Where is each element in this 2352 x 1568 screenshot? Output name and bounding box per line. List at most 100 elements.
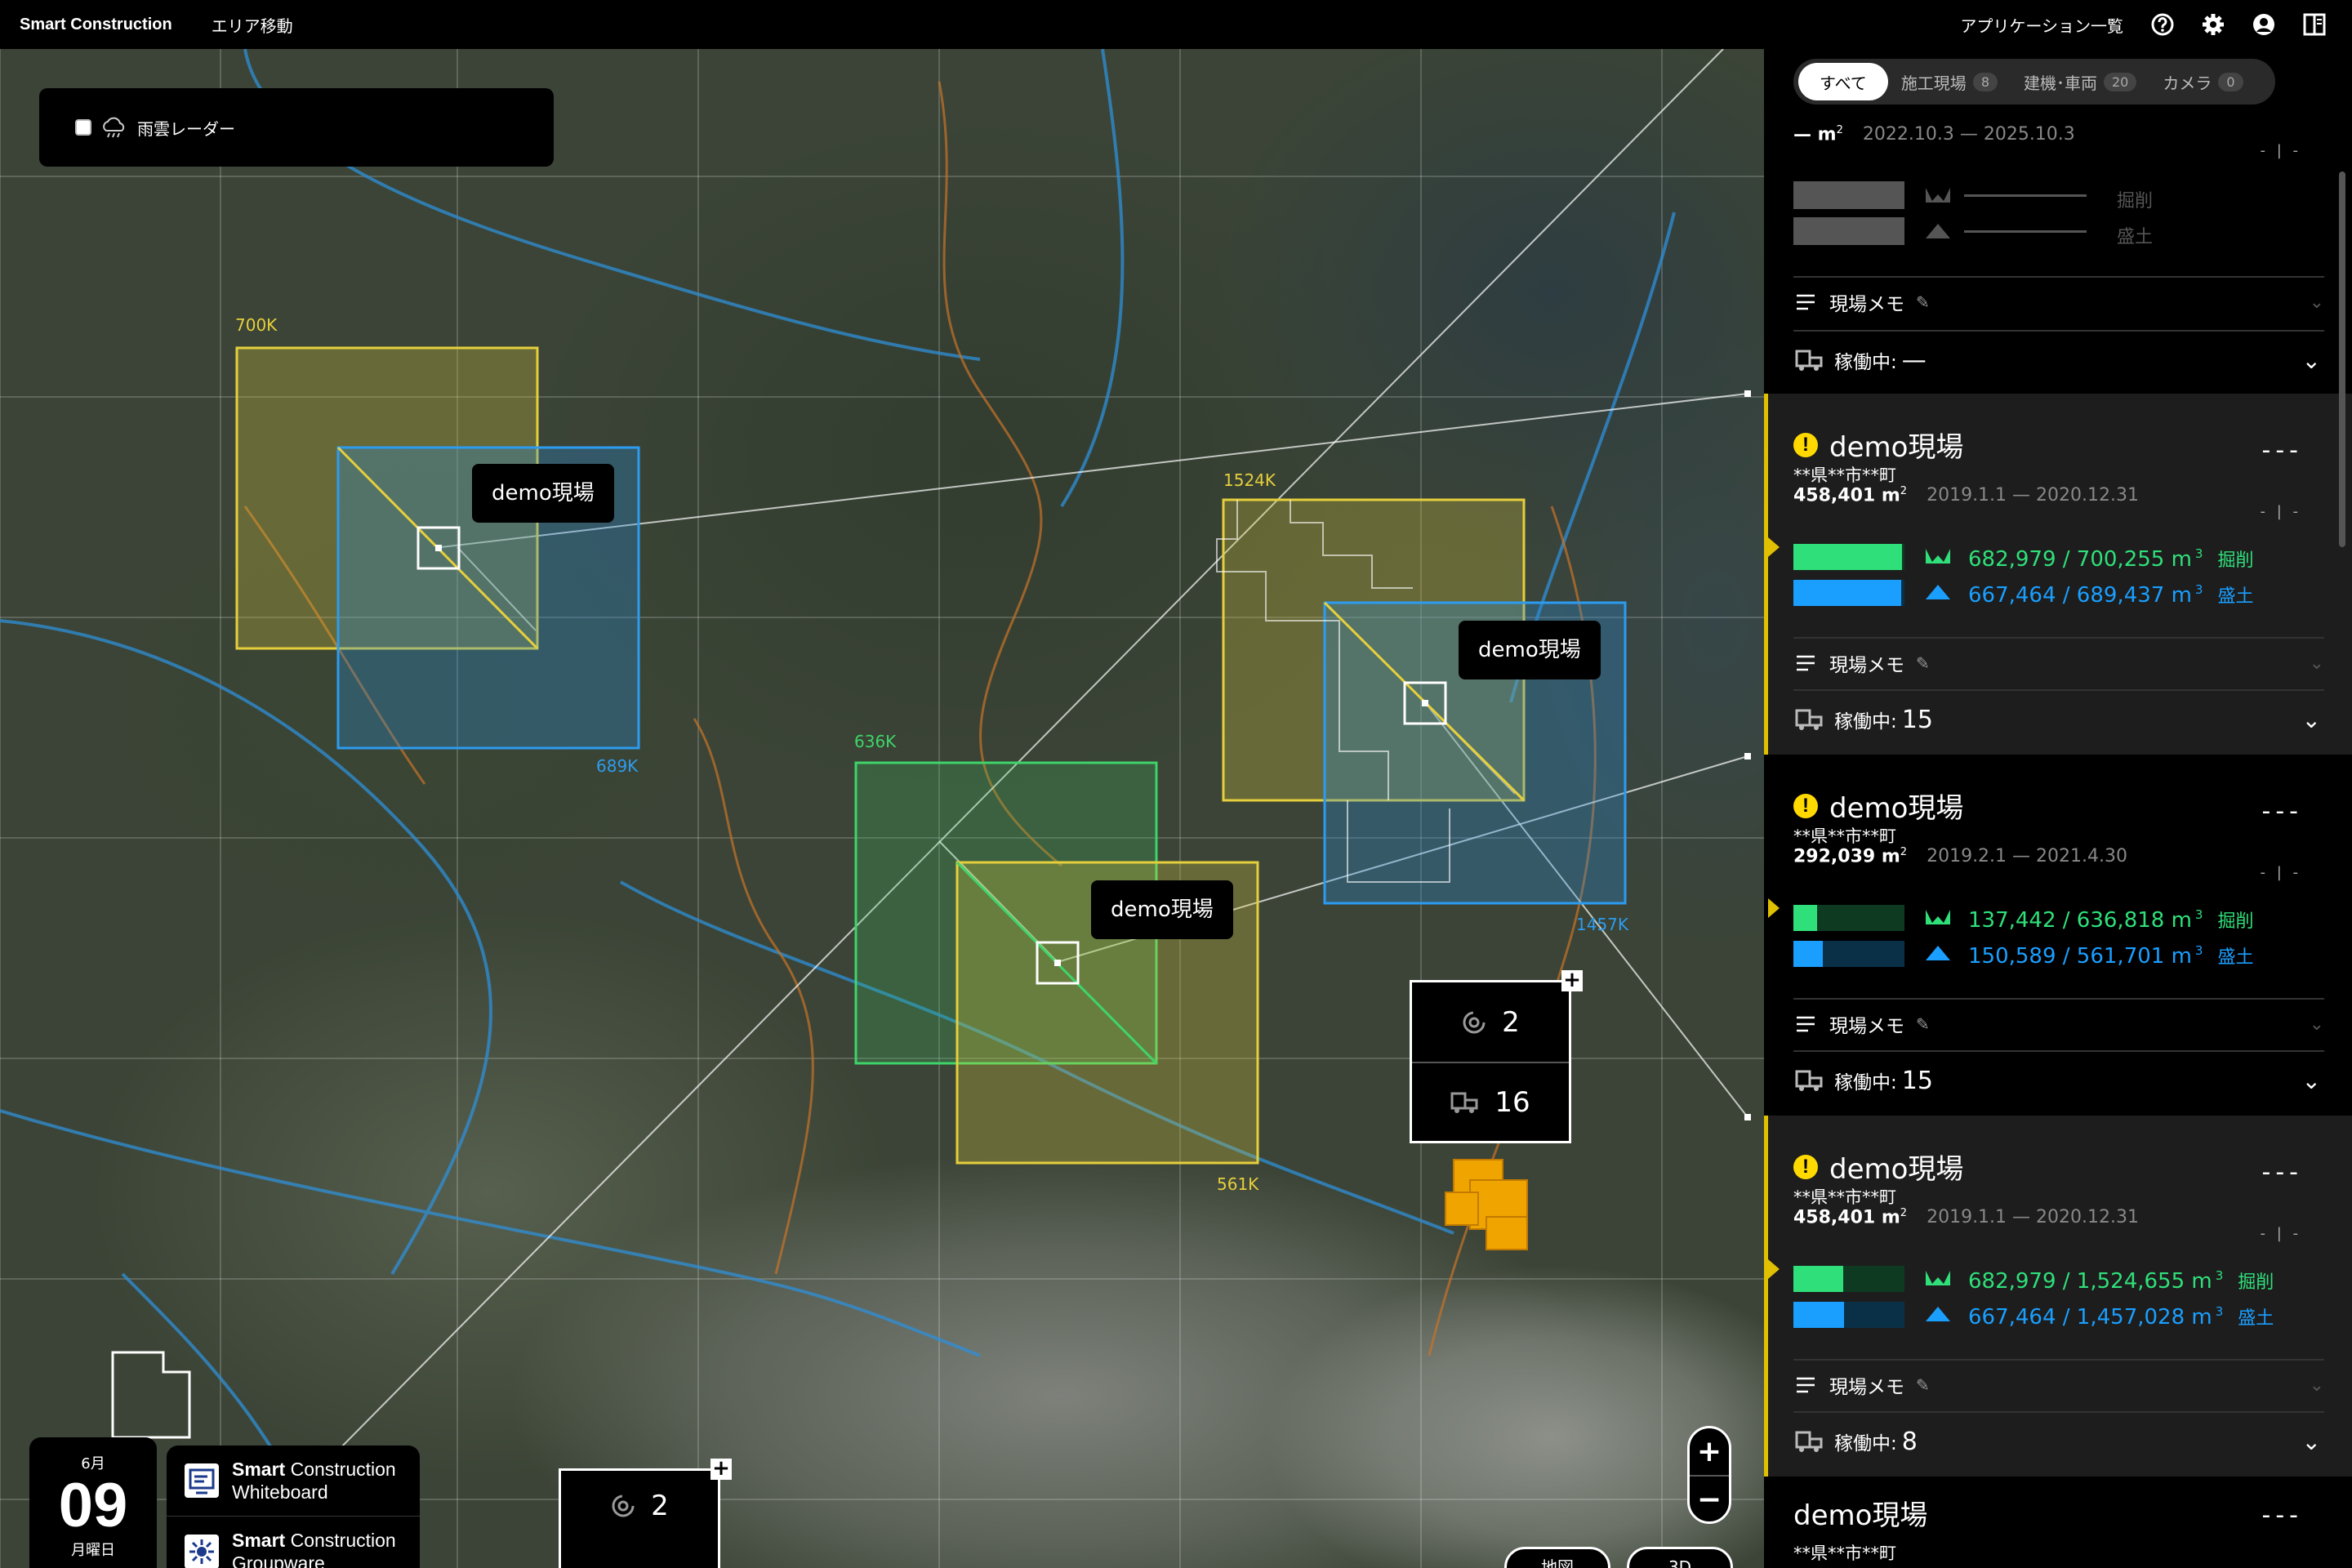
edit-icon[interactable]: ✎ <box>1916 653 1930 673</box>
fill-volume: 667,464 / 689,437 m 3 盛土 <box>1968 582 2254 608</box>
whiteboard-app-link[interactable]: Smart Construction Whiteboard <box>167 1446 420 1516</box>
tab-sites[interactable]: 施工現場 8 <box>1888 63 2011 100</box>
cut-volume: 682,979 / 700,255 m 3 掘削 <box>1968 546 2254 572</box>
date-weekday: 月曜日 <box>71 1542 115 1559</box>
filter-tabs: すべて 施工現場 8 建機･車両 20 カメラ 0 <box>1793 59 2275 105</box>
tab-all[interactable]: すべて <box>1798 63 1888 100</box>
site-label[interactable]: demo現場 <box>1091 880 1233 939</box>
chevron-down-icon[interactable]: ⌄ <box>2302 1067 2321 1094</box>
chevron-down-icon[interactable]: ⌄ <box>2310 292 2324 313</box>
fill-icon <box>1926 1307 1950 1321</box>
tab-label: 建機･車両 <box>2024 73 2097 93</box>
tab-count: 8 <box>1972 72 1998 91</box>
chevron-down-icon[interactable]: ⌄ <box>2310 1014 2324 1035</box>
site-status-small: - | - <box>2260 1225 2301 1242</box>
site-area: 458,401 m2 2019.1.1 — 2020.12.31 <box>1793 1207 2139 1228</box>
chevron-down-icon[interactable]: ⌄ <box>2302 347 2321 374</box>
site-card[interactable]: ! demo現場 --- **県**市**町 458,401 m2 2019.1.1… <box>1764 1116 2352 1477</box>
camera-count-icon <box>612 1494 635 1517</box>
site-memo-row[interactable]: 現場メモ ✎ ⌄ <box>1793 278 2324 327</box>
map-view[interactable]: 雨雲レーダー demo現場 demo現場 demo現場 700K 689K 15… <box>0 49 1764 1568</box>
warning-icon: ! <box>1793 432 1818 457</box>
site-memo-row[interactable]: 現場メモ ✎ ⌄ <box>1793 639 2324 688</box>
chevron-down-icon[interactable]: ⌄ <box>2310 1375 2324 1396</box>
brand-title[interactable]: Smart Construction <box>20 16 172 34</box>
cut-value-placeholder <box>1964 194 2087 197</box>
cut-progress-bar <box>1793 905 1904 931</box>
memo-icon <box>1797 294 1815 310</box>
selected-marker-icon <box>1768 898 1780 918</box>
rain-radar-checkbox[interactable] <box>75 119 91 136</box>
running-machines-row[interactable]: 稼働中: — ⌄ <box>1793 332 2324 389</box>
cut-volume: 682,979 / 1,524,655 m 3 掘削 <box>1968 1268 2274 1294</box>
site-dates: 2019.1.1 — 2020.12.31 <box>1927 1207 2139 1228</box>
fill-volume: 150,589 / 561,701 m 3 盛土 <box>1968 943 2254 969</box>
app-list-menu[interactable]: アプリケーション一覧 <box>1960 13 2123 37</box>
area-tag: 636K <box>854 732 897 751</box>
fill-icon <box>1926 224 1950 238</box>
cluster-machine-row: 16 <box>1412 1062 1569 1141</box>
user-account-icon[interactable] <box>2251 11 2277 38</box>
gear-icon[interactable] <box>2200 11 2226 38</box>
top-bar: Smart Construction エリア移動 アプリケーション一覧 <box>0 0 2352 49</box>
site-memo-row[interactable]: 現場メモ ✎ ⌄ <box>1793 1000 2324 1049</box>
map-mode-button[interactable]: 地図 <box>1504 1547 1610 1568</box>
tab-cameras[interactable]: カメラ 0 <box>2149 63 2256 100</box>
chevron-down-icon[interactable]: ⌄ <box>2310 653 2324 674</box>
site-status: --- <box>2261 797 2303 826</box>
tab-machines[interactable]: 建機･車両 20 <box>2011 63 2149 100</box>
chevron-down-icon[interactable]: ⌄ <box>2302 1428 2321 1455</box>
site-name: demo現場 <box>1829 431 1964 464</box>
edit-icon[interactable]: ✎ <box>1916 292 1930 312</box>
date-card: 6月 09 月曜日 <box>29 1437 157 1568</box>
area-move-menu[interactable]: エリア移動 <box>212 13 293 37</box>
site-dates: 2019.2.1 — 2021.4.30 <box>1927 846 2127 867</box>
rain-radar-panel: 雨雲レーダー <box>39 88 554 167</box>
warning-icon: ! <box>1793 793 1818 818</box>
site-title: ! demo現場 <box>1793 786 1963 826</box>
edit-icon[interactable]: ✎ <box>1916 1375 1930 1395</box>
cut-label: 掘削 <box>2117 191 2154 212</box>
help-icon[interactable] <box>2149 11 2176 38</box>
groupware-app-link[interactable]: Smart Construction Groupware <box>167 1516 420 1568</box>
cut-icon <box>1926 1271 1950 1285</box>
3d-mode-button[interactable]: 3D <box>1627 1547 1733 1568</box>
site-dates: 2022.10.3 — 2025.10.3 <box>1862 124 2075 145</box>
fill-volume: 667,464 / 1,457,028 m 3 盛土 <box>1968 1304 2274 1330</box>
cluster-marker[interactable]: 2 16 <box>1410 980 1571 1143</box>
edit-icon[interactable]: ✎ <box>1916 1014 1930 1034</box>
chevron-down-icon[interactable]: ⌄ <box>2302 706 2321 733</box>
cluster-expand-icon[interactable]: + <box>710 1458 732 1480</box>
site-card[interactable]: ! demo現場 --- **県**市**町 458,401 m2 2019.1.1… <box>1764 394 2352 755</box>
zoom-in-button[interactable]: + <box>1690 1428 1729 1475</box>
site-label[interactable]: demo現場 <box>472 464 614 523</box>
running-machines-row[interactable]: 稼働中: 15 ⌄ <box>1793 1052 2324 1109</box>
cut-volume: 137,442 / 636,818 m 3 掘削 <box>1968 907 2254 933</box>
selected-marker-icon <box>1768 1259 1780 1279</box>
app-product: Groupware <box>232 1552 325 1568</box>
area-tag: 689K <box>596 756 639 776</box>
fill-progress-bar <box>1793 941 1904 967</box>
site-card[interactable]: ! demo現場 --- **県**市**町 292,039 m2 2019.2.1… <box>1764 755 2352 1116</box>
site-label[interactable]: demo現場 <box>1459 621 1601 679</box>
site-title: demo現場 <box>1793 1493 1927 1533</box>
cut-progress-bar <box>1793 1266 1904 1292</box>
cluster-marker[interactable]: 2 <box>559 1468 720 1568</box>
panel-toggle-icon[interactable] <box>2301 11 2328 38</box>
site-title: ! demo現場 <box>1793 1147 1963 1187</box>
running-count: — <box>1901 345 1927 375</box>
running-machines-row[interactable]: 稼働中: 15 ⌄ <box>1793 691 2324 748</box>
panel-scrollbar[interactable] <box>2339 172 2345 547</box>
running-label: 稼働中: <box>1834 1072 1897 1094</box>
zoom-out-button[interactable]: − <box>1690 1475 1729 1521</box>
site-status-small: - | - <box>2260 142 2301 159</box>
cluster-expand-icon[interactable]: + <box>1561 969 1583 991</box>
running-machines-row[interactable]: 稼働中: 8 ⌄ <box>1793 1413 2324 1470</box>
tab-label: すべて <box>1820 73 1867 93</box>
site-area: 458,401 m2 2019.1.1 — 2020.12.31 <box>1793 485 2139 506</box>
rain-radar-label: 雨雲レーダー <box>137 118 235 139</box>
site-memo-row[interactable]: 現場メモ ✎ ⌄ <box>1793 1361 2324 1410</box>
app-name-bold: Smart <box>232 1529 286 1551</box>
area-tag: 1457K <box>1576 915 1629 934</box>
site-address: **県**市**町 <box>1793 826 1896 846</box>
